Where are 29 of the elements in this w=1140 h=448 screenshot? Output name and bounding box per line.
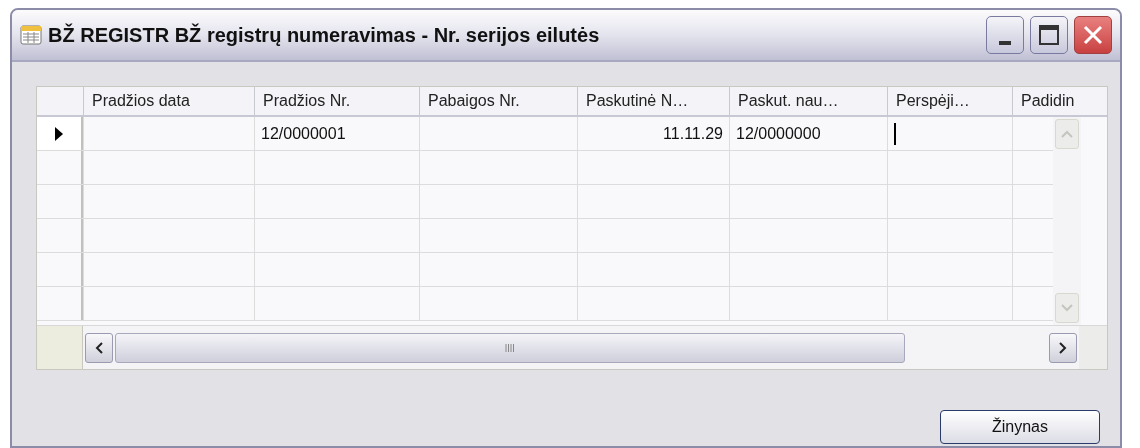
help-button[interactable]: Žinynas	[940, 410, 1100, 444]
column-header[interactable]: Perspėji…	[887, 87, 1012, 115]
left-chevron-icon	[95, 341, 103, 354]
table-cell-text: 11.11.29	[663, 123, 723, 144]
column-header[interactable]: Padidin	[1012, 87, 1079, 115]
table-cell-text: 12/0000001	[261, 123, 346, 144]
right-chevron-icon	[1059, 341, 1067, 354]
scroll-right-button[interactable]	[1049, 332, 1077, 363]
close-icon	[1082, 24, 1104, 46]
column-header[interactable]: Paskut. nau…	[729, 87, 887, 115]
close-button[interactable]	[1074, 16, 1112, 54]
grip-icon	[505, 342, 515, 353]
column-header[interactable]: Pabaigos Nr.	[419, 87, 577, 115]
minimize-icon	[999, 41, 1011, 45]
window-title: BŽ REGISTR BŽ registrų numeravimas - Nr. serijos eilutės	[48, 22, 601, 48]
column-header[interactable]: Pradžios data	[83, 87, 254, 115]
column-header[interactable]: Pradžios Nr.	[254, 87, 419, 115]
maximize-icon	[1039, 25, 1059, 45]
scrollbar-corner	[1079, 326, 1107, 369]
horizontal-scrollbar[interactable]	[83, 326, 1079, 369]
scroll-thumb[interactable]	[115, 332, 905, 363]
table-icon	[20, 25, 42, 45]
scroll-left-button[interactable]	[85, 332, 113, 363]
column-header[interactable]: Paskutinė N…	[577, 87, 729, 115]
minimize-button[interactable]	[986, 16, 1024, 54]
table-cell-text: 12/0000000	[736, 123, 821, 144]
down-chevron-icon	[1061, 304, 1073, 312]
maximize-button[interactable]	[1030, 16, 1068, 54]
up-chevron-icon	[1061, 130, 1073, 138]
